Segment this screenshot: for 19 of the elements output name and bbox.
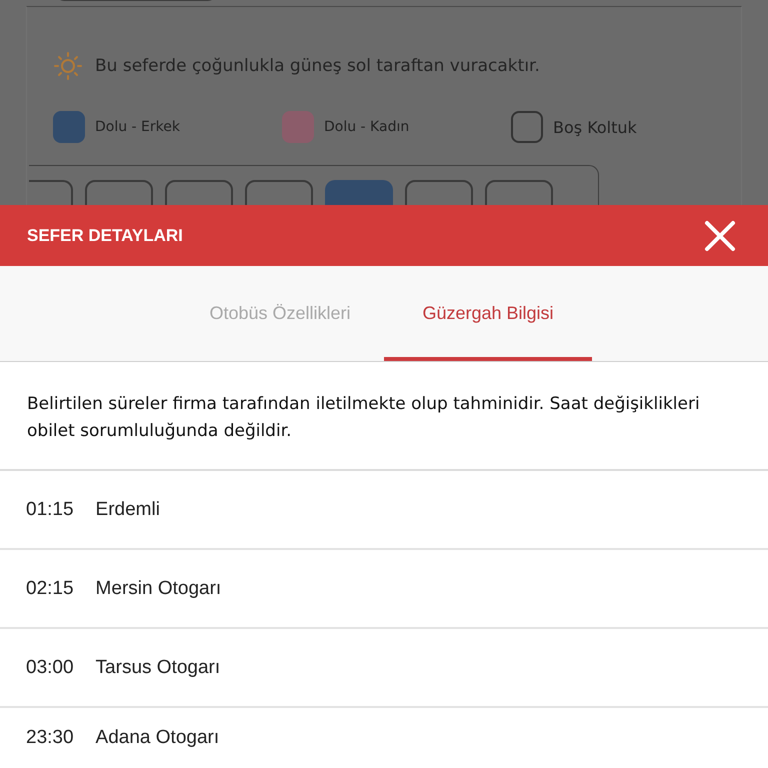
stop-name: Tarsus Otogarı: [96, 656, 220, 678]
sun-icon: [53, 51, 83, 81]
stop-time: 23:30: [26, 727, 74, 749]
sheet-title: SEFER DETAYLARI: [27, 226, 183, 246]
legend-label: Dolu - Erkek: [95, 119, 180, 135]
sun-note: Bu seferde çoğunlukla güneş sol taraftan vuracaktır.: [95, 56, 540, 76]
legend-label: Dolu - Kadın: [324, 119, 410, 135]
stop-time: 01:15: [26, 498, 74, 520]
stop-time: 03:00: [26, 656, 74, 678]
stop-name: Erdemli: [96, 498, 160, 520]
notice-text: Belirtilen süreler firma tarafından iletilmekte olup tahminidir. Saat değişiklikleri obilet sorumluluğunda değildir.: [0, 362, 768, 471]
seat-swatch: [282, 111, 314, 143]
legend-label: Boş Koltuk: [553, 118, 637, 136]
stop-name: Mersin Otogarı: [96, 578, 222, 600]
close-button[interactable]: [704, 220, 736, 252]
stop-time: 02:15: [26, 578, 74, 600]
stop-name: Adana Otogarı: [96, 727, 220, 749]
seat-swatch: [53, 111, 85, 143]
seat-swatch: [511, 111, 543, 143]
